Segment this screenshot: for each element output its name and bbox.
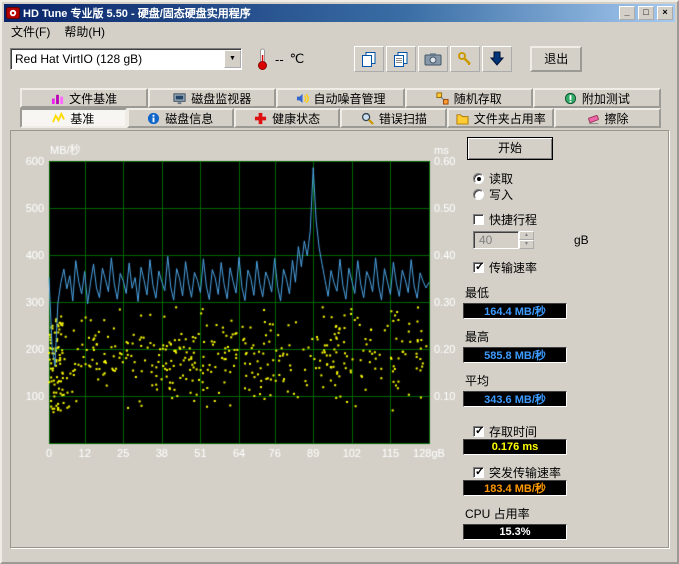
min-value: 164.4 MB/秒 <box>463 303 567 319</box>
temperature-value: -- <box>275 52 284 67</box>
maximize-button[interactable]: □ <box>638 6 654 20</box>
temperature-display: -- ℃ <box>256 48 304 70</box>
burst-rate-label: 突发传输速率 <box>489 464 561 481</box>
tab-file-benchmark[interactable]: 文件基准 <box>20 88 148 108</box>
cpu-usage-value: 15.3% <box>463 524 567 540</box>
tab-health[interactable]: 健康状态 <box>234 108 341 128</box>
benchmark-icon <box>52 112 65 125</box>
short-stroke-checkbox[interactable] <box>473 214 484 225</box>
tab-label: 磁盘监视器 <box>191 90 251 107</box>
tab-bar: 文件基准 磁盘监视器 自动噪音管理 随机存取 <box>20 88 661 128</box>
copy-image-icon <box>361 51 377 67</box>
copy-text-button[interactable] <box>386 46 416 72</box>
burst-rate-checkbox[interactable] <box>473 467 484 478</box>
thermometer-icon <box>256 48 269 70</box>
access-time-label: 存取时间 <box>489 423 537 440</box>
download-arrow-icon <box>489 51 505 67</box>
tab-error-scan[interactable]: 错误扫描 <box>340 108 447 128</box>
tab-benchmark[interactable]: 基准 <box>20 108 127 128</box>
tab-erase[interactable]: 擦除 <box>554 108 661 128</box>
tab-label: 基准 <box>70 110 94 127</box>
options-button[interactable] <box>450 46 480 72</box>
short-stroke-label: 快捷行程 <box>489 211 537 228</box>
exit-button[interactable]: 退出 <box>530 46 582 72</box>
tab-label: 健康状态 <box>272 110 320 127</box>
aam-icon <box>296 92 309 105</box>
short-stroke-spinner: ▲ ▼ <box>519 231 534 249</box>
tab-label: 随机存取 <box>454 90 502 107</box>
write-radio-label: 写入 <box>489 186 513 203</box>
random-access-icon <box>436 92 449 105</box>
error-scan-icon <box>361 112 374 125</box>
close-button[interactable]: × <box>657 6 673 20</box>
start-button[interactable]: 开始 <box>467 137 553 160</box>
read-radio[interactable] <box>473 173 484 184</box>
benchmark-canvas <box>13 135 463 473</box>
window-title: HD Tune 专业版 5.50 - 硬盘/固态硬盘实用程序 <box>23 5 616 21</box>
max-value: 585.8 MB/秒 <box>463 347 567 363</box>
health-icon <box>254 112 267 125</box>
avg-value: 343.6 MB/秒 <box>463 391 567 407</box>
avg-label: 平均 <box>465 372 664 389</box>
file-benchmark-icon <box>51 92 64 105</box>
copy-text-icon <box>393 51 409 67</box>
tab-disk-monitor[interactable]: 磁盘监视器 <box>148 88 276 108</box>
short-stroke-unit: gB <box>574 233 589 247</box>
max-label: 最高 <box>465 328 664 345</box>
access-time-value: 0.176 ms <box>463 439 567 455</box>
tab-label: 附加测试 <box>582 90 630 107</box>
toolbar-buttons <box>354 46 512 72</box>
toolbar: Red Hat VirtIO (128 gB) ▼ -- ℃ <box>2 41 677 77</box>
short-stroke-input[interactable]: 40 <box>473 231 519 249</box>
transfer-rate-checkbox[interactable] <box>473 262 484 273</box>
minimize-button[interactable]: _ <box>619 6 635 20</box>
spin-down-icon[interactable]: ▼ <box>519 240 534 249</box>
extra-tests-icon <box>564 92 577 105</box>
chevron-down-icon[interactable]: ▼ <box>224 50 241 68</box>
tab-disk-info[interactable]: 磁盘信息 <box>127 108 234 128</box>
disk-monitor-icon <box>173 92 186 105</box>
tab-aam[interactable]: 自动噪音管理 <box>276 88 404 108</box>
tab-folder-usage[interactable]: 文件夹占用率 <box>447 108 554 128</box>
tab-label: 自动噪音管理 <box>314 90 386 107</box>
tab-label: 文件基准 <box>69 90 117 107</box>
menu-file[interactable]: 文件(F) <box>4 21 57 42</box>
hd-tune-window: HD Tune 专业版 5.50 - 硬盘/固态硬盘实用程序 _ □ × 文件(… <box>0 0 679 564</box>
tab-label: 擦除 <box>605 110 629 127</box>
camera-icon <box>424 51 442 67</box>
info-icon <box>147 112 160 125</box>
tab-row-1: 文件基准 磁盘监视器 自动噪音管理 随机存取 <box>20 88 661 108</box>
tab-random-access[interactable]: 随机存取 <box>405 88 533 108</box>
key-icon <box>457 51 473 67</box>
tab-extra-tests[interactable]: 附加测试 <box>533 88 661 108</box>
app-icon <box>6 6 20 20</box>
copy-image-button[interactable] <box>354 46 384 72</box>
tab-row-2: 基准 磁盘信息 健康状态 错误扫描 <box>20 108 661 128</box>
drive-select-value: Red Hat VirtIO (128 gB) <box>15 52 142 66</box>
benchmark-controls: 开始 读取 写入 快捷行程 40 ▲ ▼ gB <box>463 137 664 540</box>
cpu-usage-label: CPU 占用率 <box>465 505 664 522</box>
tab-label: 磁盘信息 <box>165 110 213 127</box>
temperature-unit: ℃ <box>290 51 305 67</box>
read-radio-label: 读取 <box>489 170 513 187</box>
burst-rate-value: 183.4 MB/秒 <box>463 480 567 496</box>
tab-label: 错误扫描 <box>379 110 427 127</box>
drive-select[interactable]: Red Hat VirtIO (128 gB) ▼ <box>10 48 242 70</box>
benchmark-panel: 开始 读取 写入 快捷行程 40 ▲ ▼ gB <box>10 130 669 548</box>
screenshot-button[interactable] <box>418 46 448 72</box>
menubar: 文件(F) 帮助(H) <box>2 22 677 41</box>
folder-usage-icon <box>456 112 469 125</box>
save-button[interactable] <box>482 46 512 72</box>
erase-icon <box>587 112 600 125</box>
min-label: 最低 <box>465 284 664 301</box>
spin-up-icon[interactable]: ▲ <box>519 231 534 240</box>
write-radio[interactable] <box>473 189 484 200</box>
transfer-rate-label: 传输速率 <box>489 259 537 276</box>
menu-help[interactable]: 帮助(H) <box>57 21 112 42</box>
short-stroke-size: 40 ▲ ▼ gB <box>473 231 664 249</box>
tab-label: 文件夹占用率 <box>474 110 546 127</box>
titlebar: HD Tune 专业版 5.50 - 硬盘/固态硬盘实用程序 _ □ × <box>4 4 675 22</box>
access-time-checkbox[interactable] <box>473 426 484 437</box>
